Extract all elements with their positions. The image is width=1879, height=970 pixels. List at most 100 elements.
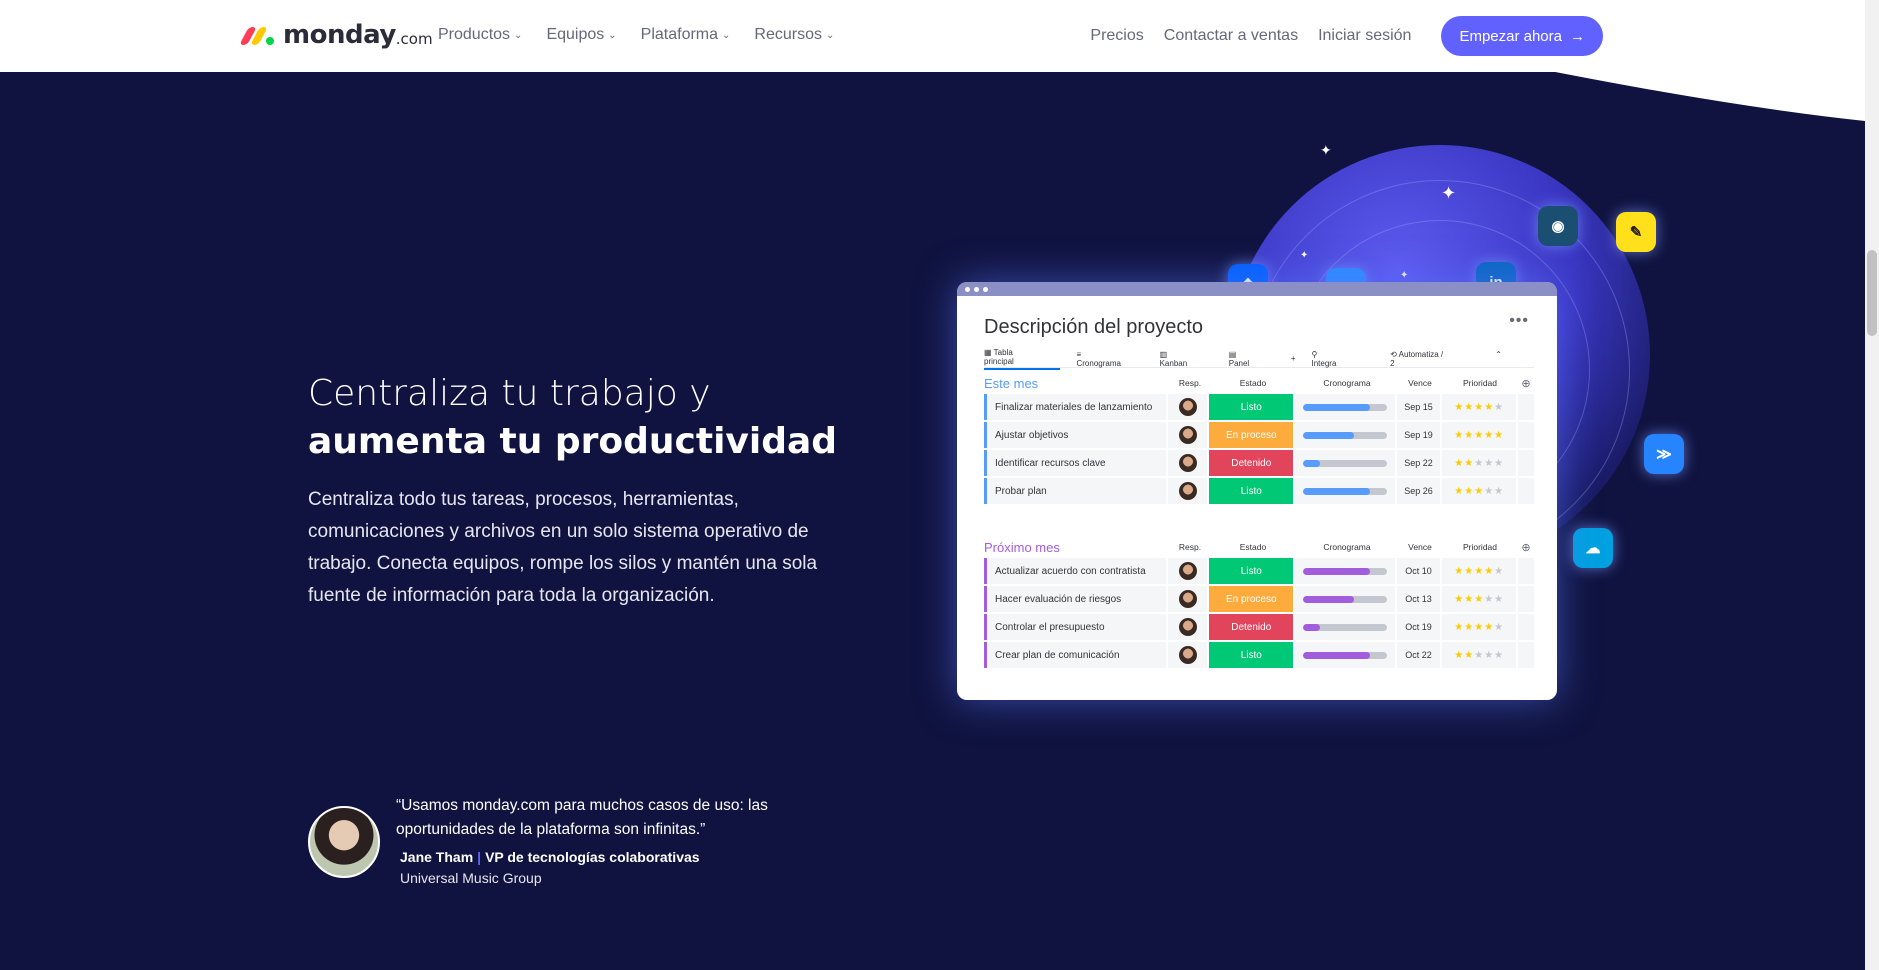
integrate-label: ⚲ Integra xyxy=(1311,349,1337,368)
column-header: Cronograma xyxy=(1323,542,1371,552)
priority-stars: ★ ★ ★ ★ ★ xyxy=(1442,586,1517,612)
chevron-down-icon: ⌄ xyxy=(608,29,617,41)
sparkle-icon: ✦ xyxy=(1320,142,1332,158)
logo-suffix: .com xyxy=(395,30,433,48)
window-bar xyxy=(957,282,1557,296)
task-row: Actualizar acuerdo con contratista Listo O… xyxy=(984,558,1534,584)
assignee-avatar xyxy=(1168,586,1208,612)
priority-stars: ★ ★ ★ ★ ★ xyxy=(1442,642,1517,668)
due-date: Oct 19 xyxy=(1397,614,1441,640)
add-view-icon: + xyxy=(1290,354,1296,363)
hero-title-bold: aumenta tu productividad xyxy=(308,421,838,462)
arrow-right-icon: → xyxy=(1570,27,1585,45)
column-header: Prioridad xyxy=(1462,378,1498,388)
timeline-bar xyxy=(1295,450,1396,476)
sparkle-icon: ✦ xyxy=(1441,183,1457,203)
due-date: Oct 13 xyxy=(1397,586,1441,612)
chevron-down-icon: ⌄ xyxy=(514,29,523,41)
group-header: Este mes Resp. Estado Cronograma Vence Priori… xyxy=(984,374,1534,392)
column-header: Estado xyxy=(1239,378,1267,388)
task-row: Finalizar materiales de lanzamiento Listo… xyxy=(984,394,1534,420)
salesforce-icon: ☁ xyxy=(1573,528,1613,568)
assignee-avatar xyxy=(1168,394,1208,420)
get-started-button[interactable]: Empezar ahora → xyxy=(1441,16,1603,56)
status-badge: Listo xyxy=(1209,558,1294,584)
collapse-icon: ⌃ xyxy=(1495,349,1502,359)
priority-stars: ★ ★ ★ ★ ★ xyxy=(1442,422,1517,448)
decorative-curve xyxy=(1525,66,1865,121)
status-badge: Listo xyxy=(1209,642,1294,668)
scrollbar-thumb[interactable] xyxy=(1867,250,1877,336)
testimonial-company: Universal Music Group xyxy=(400,870,542,886)
column-header: Cronograma xyxy=(1323,378,1371,388)
menu-recursos[interactable]: Recursos ⌄ xyxy=(754,26,834,44)
chevron-down-icon: ⌄ xyxy=(722,29,731,41)
view-tab-timeline: ≡ Cronograma xyxy=(1076,349,1121,368)
hero-title-light: Centraliza tu trabajo y xyxy=(308,373,711,414)
page-scrollbar[interactable] xyxy=(1865,0,1879,970)
testimonial-quote: “Usamos monday.com para muchos casos de … xyxy=(396,797,768,838)
monday-logo[interactable]: monday .com xyxy=(239,20,433,50)
status-badge: Detenido xyxy=(1209,450,1294,476)
timeline-bar xyxy=(1295,642,1396,668)
due-date: Sep 15 xyxy=(1397,394,1441,420)
automate-label: ⟲ Automatiza / 2 xyxy=(1390,349,1444,368)
group-title: Este mes xyxy=(984,375,1039,391)
mailchimp-icon: ✎ xyxy=(1616,212,1656,252)
board-title: Descripción del proyecto xyxy=(984,316,1203,338)
assignee-avatar xyxy=(1168,642,1208,668)
board-views: ▦ Tabla principal ≡ Cronograma ▥ Kanban … xyxy=(984,348,1534,370)
task-name: Controlar el presupuesto xyxy=(984,614,1167,640)
testimonial-avatar xyxy=(308,806,380,878)
timeline-bar xyxy=(1295,394,1396,420)
contact-sales-link[interactable]: Contactar a ventas xyxy=(1164,27,1298,45)
timeline-bar xyxy=(1295,422,1396,448)
view-tab-kanban: ▥ Kanban xyxy=(1159,349,1188,368)
view-tab-main-table: ▦ Tabla principal xyxy=(984,348,1061,370)
right-navigation: Precios Contactar a ventas Iniciar sesió… xyxy=(1090,16,1603,56)
webex-icon: ◉ xyxy=(1538,206,1578,246)
assignee-avatar xyxy=(1168,422,1208,448)
column-header: Resp. xyxy=(1178,378,1202,388)
task-name: Actualizar acuerdo con contratista xyxy=(984,558,1167,584)
project-board-preview: Descripción del proyecto ••• ▦ Tabla pri… xyxy=(957,282,1557,700)
priority-stars: ★ ★ ★ ★ ★ xyxy=(1442,478,1517,504)
status-badge: Listo xyxy=(1209,394,1294,420)
status-badge: Detenido xyxy=(1209,614,1294,640)
priority-stars: ★ ★ ★ ★ ★ xyxy=(1442,558,1517,584)
board-group: Este mes Resp. Estado Cronograma Vence Priori… xyxy=(984,374,1534,504)
due-date: Sep 22 xyxy=(1397,450,1441,476)
assignee-avatar xyxy=(1168,558,1208,584)
hero-description: Centraliza todo tus tareas, procesos, he… xyxy=(308,489,818,606)
menu-equipos[interactable]: Equipos ⌄ xyxy=(546,26,616,44)
menu-productos[interactable]: Productos ⌄ xyxy=(438,26,522,44)
task-name: Probar plan xyxy=(984,478,1167,504)
column-header: Estado xyxy=(1239,542,1267,552)
chevron-down-icon: ⌄ xyxy=(826,29,835,41)
view-tab-dashboard: ▤ Panel xyxy=(1228,349,1250,368)
column-header: Vence xyxy=(1408,542,1432,552)
group-header: Próximo mes Resp. Estado Cronograma Vence Pri… xyxy=(984,538,1534,556)
top-navigation: monday .com Productos ⌄ Equipos ⌄ Platafor… xyxy=(0,0,1865,72)
task-name: Ajustar objetivos xyxy=(984,422,1167,448)
logo-mark-icon xyxy=(239,25,277,45)
menu-plataforma[interactable]: Plataforma ⌄ xyxy=(641,26,731,44)
pricing-link[interactable]: Precios xyxy=(1090,27,1143,45)
priority-stars: ★ ★ ★ ★ ★ xyxy=(1442,394,1517,420)
due-date: Sep 26 xyxy=(1397,478,1441,504)
task-name: Finalizar materiales de lanzamiento xyxy=(984,394,1167,420)
priority-stars: ★ ★ ★ ★ ★ xyxy=(1442,450,1517,476)
column-header: Vence xyxy=(1408,378,1432,388)
main-menu: Productos ⌄ Equipos ⌄ Plataforma ⌄ Recursos… xyxy=(438,26,834,44)
due-date: Sep 19 xyxy=(1397,422,1441,448)
column-header: Resp. xyxy=(1178,542,1202,552)
task-name: Crear plan de comunicación xyxy=(984,642,1167,668)
hero-title: Centraliza tu trabajo y aumenta tu produ… xyxy=(308,370,837,466)
login-link[interactable]: Iniciar sesión xyxy=(1318,27,1411,45)
due-date: Oct 10 xyxy=(1397,558,1441,584)
column-header: Prioridad xyxy=(1462,542,1498,552)
timeline-bar xyxy=(1295,478,1396,504)
assignee-avatar xyxy=(1168,614,1208,640)
timeline-bar xyxy=(1295,614,1396,640)
sparkle-icon: ✦ xyxy=(1400,270,1409,281)
